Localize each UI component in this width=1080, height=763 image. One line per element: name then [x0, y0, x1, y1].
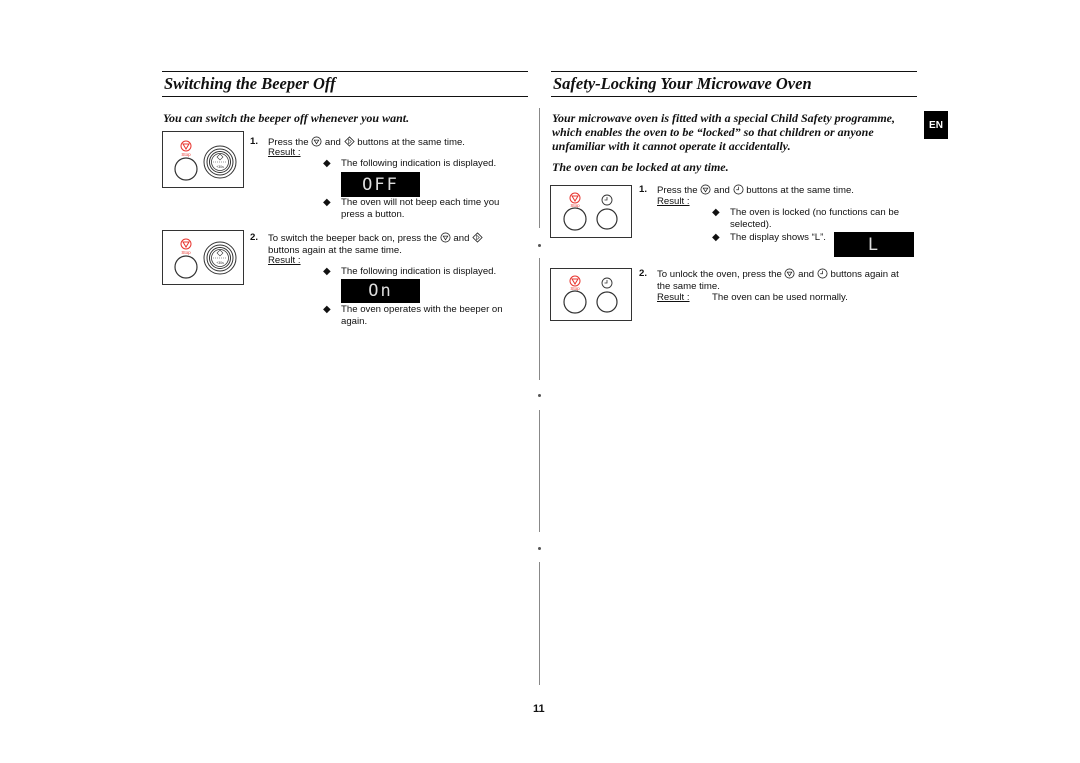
- step-2-instruction: To switch the beeper back on, press the …: [268, 232, 483, 256]
- bullet-diamond-icon: ◆: [712, 207, 720, 218]
- step-number: 2.: [250, 232, 259, 243]
- title-top-rule: [162, 71, 528, 72]
- control-panel-illustration: Stop: [550, 268, 632, 321]
- svg-text:Stop: Stop: [570, 203, 580, 208]
- intro-beeper: You can switch the beeper off whenever y…: [163, 111, 410, 125]
- page-number: 11: [533, 703, 545, 715]
- bullet-text: The oven operates with the beeper on agai…: [341, 304, 503, 327]
- step-number: 1.: [639, 184, 648, 195]
- svg-text:Stop: Stop: [181, 152, 191, 157]
- svg-text:+30s: +30s: [216, 261, 224, 265]
- result-text: The oven can be used normally.: [712, 292, 848, 303]
- divider-dot: [538, 244, 541, 247]
- control-panel-illustration: Stop +30s: [162, 131, 244, 188]
- display-locked: L: [834, 232, 914, 257]
- display-on: On: [341, 279, 420, 303]
- column-divider: [539, 562, 540, 685]
- step-number: 2.: [639, 268, 648, 279]
- svg-text:Stop: Stop: [570, 286, 580, 291]
- svg-text:Stop: Stop: [181, 250, 191, 255]
- section-title-beeper: Switching the Beeper Off: [164, 74, 336, 93]
- bullet-diamond-icon: ◆: [323, 158, 331, 169]
- column-divider: [539, 108, 540, 228]
- bullet-diamond-icon: ◆: [323, 197, 331, 208]
- bullet-text: The following indication is displayed.: [341, 158, 497, 169]
- clock-button-icon: [733, 184, 744, 195]
- bullet-diamond-icon: ◆: [323, 304, 331, 315]
- stop-and-dial-icon: Stop +30s: [174, 238, 237, 279]
- divider-dot: [538, 394, 541, 397]
- bullet-text: The oven is locked (no functions can be s…: [730, 207, 900, 230]
- stop-button-icon: [311, 136, 322, 147]
- column-divider: [539, 410, 540, 532]
- language-tab-en: EN: [924, 111, 948, 139]
- title-bottom-rule: [162, 96, 528, 97]
- divider-dot: [538, 547, 541, 550]
- intro-lock-any-time: The oven can be locked at any time.: [552, 160, 729, 174]
- svg-text:+30s: +30s: [216, 165, 224, 169]
- result-label: Result :: [657, 196, 690, 207]
- section-title-safety-lock: Safety-Locking Your Microwave Oven: [553, 74, 812, 93]
- stop-button-icon: [700, 184, 711, 195]
- stop-and-clock-icon: Stop: [563, 192, 618, 231]
- column-divider: [539, 258, 540, 380]
- step-2-instruction: To unlock the oven, press the and button…: [657, 268, 899, 292]
- title-bottom-rule: [551, 96, 917, 97]
- bullet-diamond-icon: ◆: [712, 232, 720, 243]
- result-label: Result :: [268, 147, 301, 158]
- stop-and-dial-icon: Stop +30s: [174, 140, 237, 181]
- start-button-icon: [472, 232, 483, 243]
- stop-and-clock-icon: Stop: [563, 275, 618, 314]
- bullet-text: The following indication is displayed.: [341, 266, 497, 277]
- step-1-instruction: Press the and buttons at the same time.: [657, 184, 854, 196]
- display-off: OFF: [341, 172, 420, 197]
- control-panel-illustration: Stop: [550, 185, 632, 238]
- result-label: Result :: [268, 255, 301, 266]
- step-number: 1.: [250, 136, 259, 147]
- result-label: Result :: [657, 292, 690, 303]
- title-top-rule: [551, 71, 917, 72]
- intro-safety-lock: Your microwave oven is fitted with a spe…: [552, 111, 895, 153]
- bullet-text: The display shows “L”.: [730, 232, 826, 243]
- start-button-icon: [343, 136, 355, 147]
- stop-button-icon: [784, 268, 795, 279]
- control-panel-illustration: Stop +30s: [162, 230, 244, 285]
- bullet-diamond-icon: ◆: [323, 266, 331, 277]
- clock-button-icon: [817, 268, 828, 279]
- bullet-text: The oven will not beep each time you pres…: [341, 197, 500, 220]
- stop-button-icon: [440, 232, 451, 243]
